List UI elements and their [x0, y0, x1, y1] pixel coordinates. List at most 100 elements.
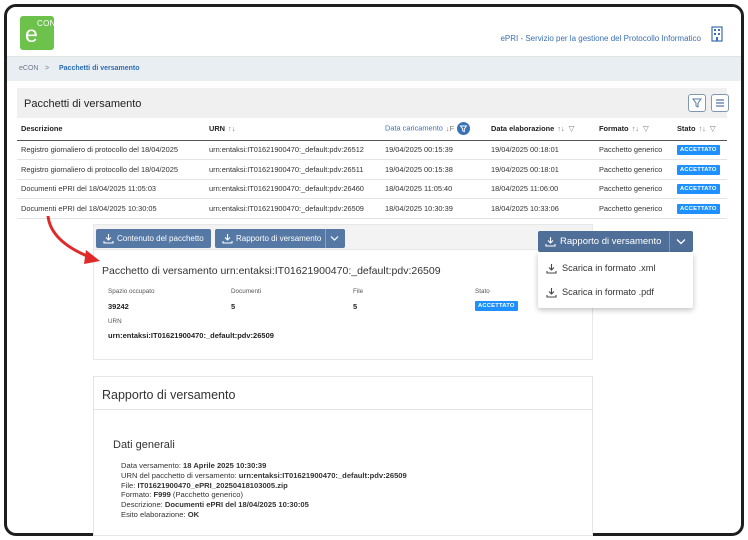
- contenuto-pacchetto-button[interactable]: Contenuto del pacchetto: [96, 229, 211, 248]
- econ-logo[interactable]: e CON: [20, 16, 56, 50]
- split-divider: [669, 231, 670, 252]
- chevron-down-icon[interactable]: [330, 235, 339, 242]
- col-stato[interactable]: Stato ↑↓ ▽: [673, 118, 727, 141]
- file-value: 5: [353, 302, 358, 311]
- download-icon: [545, 237, 556, 247]
- spazio-value: 39242: [108, 302, 129, 311]
- download-icon: [546, 264, 557, 274]
- cell-stato: ACCETTATO: [673, 198, 727, 219]
- filter-icon: [692, 98, 702, 108]
- rapporto-label: Rapporto di versamento: [236, 234, 322, 243]
- report-row: Descrizione: Documenti ePRI del 18/04/20…: [121, 500, 309, 509]
- cell-urn: urn:entaksi:IT01621900470:_default:pdv:2…: [205, 179, 381, 199]
- cell-stato: ACCETTATO: [673, 140, 727, 160]
- breadcrumb: eCON > Pacchetti di versamento: [7, 57, 741, 81]
- report-row: Formato: F999 (Pacchetto generico): [121, 490, 243, 499]
- cell-data-caricamento: 19/04/2025 00:15:38: [381, 159, 487, 180]
- col-data-elaborazione[interactable]: Data elaborazione ↑↓ ▽: [487, 118, 595, 141]
- col-formato[interactable]: Formato ↑↓ ▽: [595, 118, 673, 141]
- filter-icon[interactable]: ▽: [710, 124, 716, 133]
- report-title: Rapporto di versamento: [102, 388, 236, 402]
- report-row: Esito elaborazione: OK: [121, 510, 200, 519]
- table-row[interactable]: Documenti ePRI del 18/04/2025 11:05:03 u…: [17, 179, 727, 199]
- cell-formato: Pacchetto generico: [595, 198, 673, 219]
- breadcrumb-home[interactable]: eCON: [19, 65, 38, 72]
- panel-title: Pacchetti di versamento: [24, 98, 142, 110]
- contenuto-label: Contenuto del pacchetto: [117, 234, 204, 243]
- sort-icon[interactable]: ↑↓: [228, 124, 235, 133]
- logo-superscript: CON: [37, 19, 56, 28]
- app-title: ePRI - Servizio per la gestione del Prot…: [500, 34, 701, 43]
- status-badge: ACCETTATO: [475, 301, 518, 311]
- hamburger-icon: [716, 99, 724, 107]
- cell-formato: Pacchetto generico: [595, 159, 673, 180]
- cell-stato: ACCETTATO: [673, 179, 727, 199]
- split-divider: [325, 229, 326, 248]
- cell-descrizione: Registro giornaliero di protocollo del 1…: [17, 140, 205, 160]
- table-row[interactable]: Documenti ePRI del 18/04/2025 10:30:05 u…: [17, 198, 727, 219]
- table-row[interactable]: Registro giornaliero di protocollo del 1…: [17, 140, 727, 160]
- table-header-row: Descrizione URN ↑↓ Data caricamento ↓F Dat…: [17, 118, 727, 141]
- cell-data-elaborazione: 19/04/2025 00:18:01: [487, 140, 595, 160]
- panel-header: Pacchetti di versamento: [17, 88, 729, 118]
- col-data-caricamento[interactable]: Data caricamento ↓F: [381, 118, 487, 141]
- cell-urn: urn:entaksi:IT01621900470:_default:pdv:2…: [205, 198, 381, 219]
- spazio-label: Spazio occupato: [108, 288, 155, 295]
- building-icon[interactable]: [711, 26, 723, 42]
- breadcrumb-separator: >: [45, 65, 50, 72]
- top-bar: e CON ePRI - Servizio per la gestione de…: [7, 7, 741, 57]
- menu-button[interactable]: [711, 94, 729, 112]
- col-descrizione[interactable]: Descrizione: [17, 118, 205, 141]
- download-menu: Scarica in formato .xml Scarica in forma…: [538, 252, 693, 308]
- status-badge: ACCETTATO: [677, 145, 720, 156]
- filter-icon[interactable]: ▽: [643, 124, 649, 133]
- sort-icon[interactable]: ↑↓: [632, 124, 639, 133]
- stato-label: Stato: [475, 288, 490, 295]
- active-filter-icon[interactable]: [457, 122, 471, 136]
- cell-formato: Pacchetto generico: [595, 179, 673, 199]
- divider: [93, 409, 593, 410]
- download-icon: [546, 288, 557, 298]
- rapporto-dropdown-button[interactable]: Rapporto di versamento: [538, 231, 693, 252]
- table-row[interactable]: Registro giornaliero di protocollo del 1…: [17, 159, 727, 180]
- section-title: Dati generali: [113, 439, 175, 451]
- cell-descrizione: Registro giornaliero di protocollo del 1…: [17, 159, 205, 180]
- cell-data-elaborazione: 18/04/2025 11:06:00: [487, 179, 595, 199]
- logo-letter: e: [25, 21, 38, 47]
- status-badge: ACCETTATO: [677, 203, 720, 214]
- status-badge: ACCETTATO: [677, 184, 720, 195]
- report-row: File: IT01621900470_ePRI_20250418103005.…: [121, 481, 288, 490]
- filter-toggle-button[interactable]: [688, 94, 706, 112]
- dropdown-label: Rapporto di versamento: [560, 236, 662, 247]
- filter-icon[interactable]: ▽: [569, 124, 575, 133]
- report-row: URN del pacchetto di versamento: urn:ent…: [121, 471, 407, 480]
- sort-icon[interactable]: ↑↓: [698, 124, 705, 133]
- package-title: Pacchetto di versamento urn:entaksi:IT01…: [102, 265, 441, 277]
- cell-data-caricamento: 18/04/2025 11:05:40: [381, 179, 487, 199]
- cell-data-caricamento: 18/04/2025 10:30:39: [381, 198, 487, 219]
- cell-urn: urn:entaksi:IT01621900470:_default:pdv:2…: [205, 159, 381, 180]
- sort-desc-icon[interactable]: ↓F: [446, 124, 454, 133]
- file-label: File: [353, 288, 364, 295]
- documenti-label: Documenti: [231, 288, 262, 295]
- annotation-arrow-icon: [46, 215, 100, 264]
- chevron-down-icon[interactable]: [676, 238, 686, 245]
- download-icon: [222, 234, 233, 244]
- rapporto-versamento-button[interactable]: Rapporto di versamento: [215, 229, 345, 248]
- urn-value: urn:entaksi:IT01621900470:_default:pdv:2…: [108, 331, 274, 340]
- documenti-value: 5: [231, 302, 236, 311]
- cell-data-caricamento: 19/04/2025 00:15:39: [381, 140, 487, 160]
- cell-stato: ACCETTATO: [673, 159, 727, 180]
- breadcrumb-current: Pacchetti di versamento: [59, 65, 140, 72]
- cell-data-elaborazione: 19/04/2025 00:18:01: [487, 159, 595, 180]
- cell-data-elaborazione: 18/04/2025 10:33:06: [487, 198, 595, 219]
- packages-table: Descrizione URN ↑↓ Data caricamento ↓F Dat…: [17, 118, 727, 219]
- status-badge: ACCETTATO: [677, 164, 720, 175]
- urn-label: URN: [108, 318, 122, 325]
- col-urn[interactable]: URN ↑↓: [205, 118, 381, 141]
- report-row: Data versamento: 18 Aprile 2025 10:30:39: [121, 461, 267, 470]
- sort-icon[interactable]: ↑↓: [557, 124, 564, 133]
- cell-formato: Pacchetto generico: [595, 140, 673, 160]
- cell-urn: urn:entaksi:IT01621900470:_default:pdv:2…: [205, 140, 381, 160]
- cell-descrizione: Documenti ePRI del 18/04/2025 11:05:03: [17, 179, 205, 199]
